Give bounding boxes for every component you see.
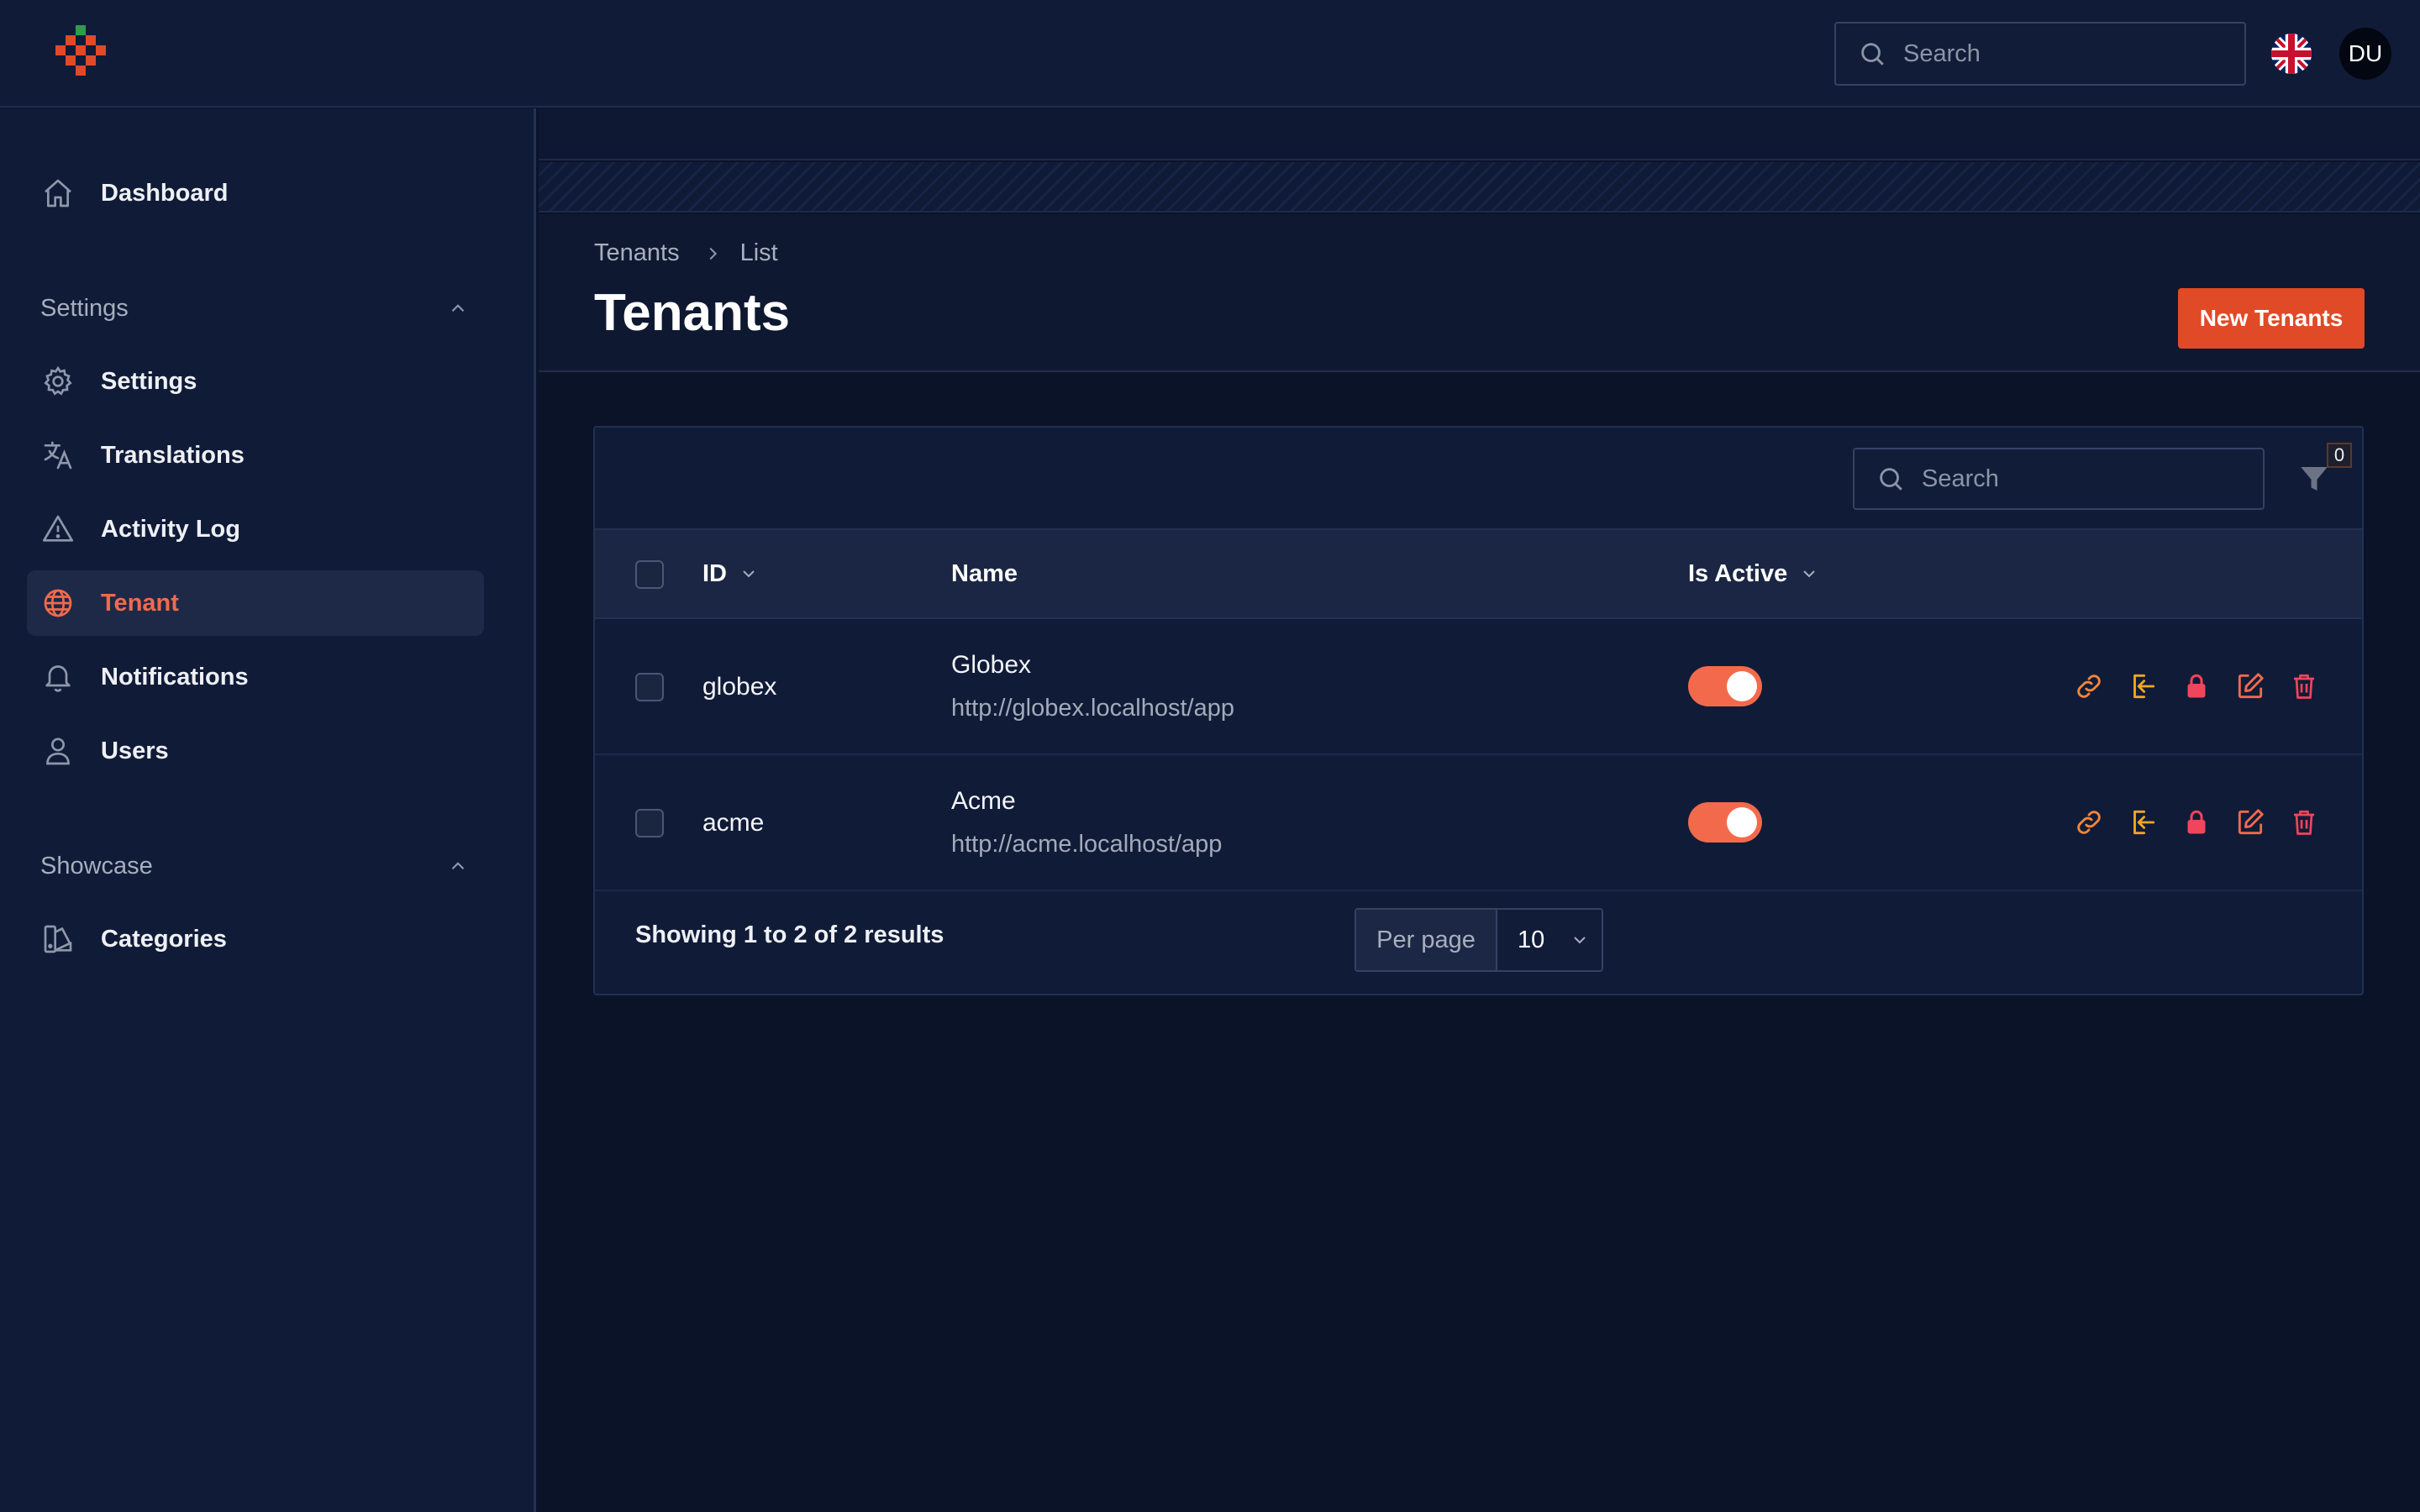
page-header: Tenants List Tenants New Tenants — [539, 214, 2420, 372]
column-is-active[interactable]: Is Active — [1688, 530, 1819, 617]
warning-icon — [40, 512, 76, 547]
striped-divider — [539, 162, 2420, 213]
chevron-down-icon — [739, 564, 759, 584]
page-title: Tenants — [594, 284, 791, 342]
per-page-value[interactable]: 10 — [1497, 910, 1602, 970]
lock-icon[interactable] — [2180, 669, 2213, 703]
search-placeholder: Search — [1922, 465, 1999, 492]
sidebar-item-label: Categories — [101, 925, 227, 953]
sidebar-item-label: Settings — [101, 367, 197, 395]
results-summary: Showing 1 to 2 of 2 results — [635, 921, 944, 948]
gear-icon — [40, 364, 76, 399]
main-content: Tenants List Tenants New Tenants Search … — [539, 108, 2420, 1512]
link-icon[interactable] — [2072, 806, 2106, 839]
sidebar-item-label: Users — [101, 737, 169, 764]
top-bar: Search DU — [0, 0, 2420, 108]
filter-count-badge: 0 — [2327, 443, 2352, 468]
row-checkbox[interactable] — [635, 673, 664, 701]
sidebar-item-label: Translations — [101, 441, 245, 469]
search-icon — [1880, 468, 1902, 491]
link-icon[interactable] — [2072, 669, 2106, 703]
tenant-url[interactable]: http://acme.localhost/app — [951, 831, 1222, 858]
home-icon — [40, 176, 76, 211]
column-label: Is Active — [1688, 559, 1788, 587]
group-label: Showcase — [40, 852, 153, 879]
new-tenants-button[interactable]: New Tenants — [2178, 288, 2365, 349]
sidebar-item-notifications[interactable]: Notifications — [27, 644, 484, 710]
edit-icon[interactable] — [2233, 806, 2267, 839]
per-page-label: Per page — [1356, 910, 1497, 970]
per-page-select[interactable]: Per page 10 — [1355, 908, 1603, 972]
column-name: Name — [951, 530, 1018, 617]
sidebar-group-showcase[interactable]: Showcase — [40, 849, 469, 883]
sidebar-item-settings[interactable]: Settings — [27, 349, 484, 414]
sidebar-item-label: Notifications — [101, 663, 249, 690]
trash-icon[interactable] — [2287, 806, 2321, 839]
table-search-input[interactable]: Search — [1853, 448, 2265, 510]
sidebar-item-categories[interactable]: Categories — [27, 906, 484, 972]
sidebar-item-tenant[interactable]: Tenant — [27, 570, 484, 636]
chevron-up-icon — [451, 862, 465, 870]
globe-icon — [40, 585, 76, 621]
uk-flag-icon[interactable] — [2271, 34, 2312, 74]
sidebar-item-activity-log[interactable]: Activity Log — [27, 496, 484, 562]
table-row[interactable]: acme Acme http://acme.localhost/app — [595, 755, 2362, 891]
breadcrumb: Tenants List — [594, 239, 778, 267]
chevron-down-icon — [1799, 564, 1819, 584]
row-checkbox[interactable] — [635, 809, 664, 837]
login-icon[interactable] — [2126, 669, 2160, 703]
group-label: Settings — [40, 294, 129, 322]
column-label: Name — [951, 559, 1018, 587]
tenant-url[interactable]: http://globex.localhost/app — [951, 695, 1234, 722]
row-actions — [2072, 806, 2341, 839]
tenant-name: Acme — [951, 787, 1016, 815]
sidebar-item-label: Activity Log — [101, 515, 240, 543]
toggle-knob — [1727, 671, 1757, 701]
search-placeholder: Search — [1903, 39, 1981, 67]
trash-icon[interactable] — [2287, 669, 2321, 703]
swatch-icon — [40, 921, 76, 957]
chevron-up-icon — [451, 304, 465, 312]
bell-icon — [40, 659, 76, 695]
tenant-name: Globex — [951, 651, 1032, 679]
tenants-table: Search 0 ID Name Is Active globex Globex… — [593, 426, 2364, 995]
chevron-right-icon — [703, 244, 722, 263]
breadcrumb-list: List — [739, 239, 778, 266]
select-all-checkbox[interactable] — [635, 560, 664, 589]
tenant-id: globex — [702, 673, 777, 701]
column-id[interactable]: ID — [702, 530, 759, 617]
user-icon — [40, 733, 76, 769]
sidebar-item-translations[interactable]: Translations — [27, 423, 484, 488]
row-actions — [2072, 669, 2341, 703]
top-band — [539, 108, 2420, 160]
sidebar-item-dashboard[interactable]: Dashboard — [27, 160, 484, 226]
sidebar-item-label: Tenant — [101, 589, 179, 617]
breadcrumb-tenants[interactable]: Tenants — [594, 239, 680, 267]
edit-icon[interactable] — [2233, 669, 2267, 703]
user-avatar[interactable]: DU — [2339, 28, 2391, 80]
per-page-number: 10 — [1518, 926, 1545, 953]
is-active-toggle[interactable] — [1688, 802, 1762, 843]
login-icon[interactable] — [2126, 806, 2160, 839]
table-header: ID Name Is Active — [595, 528, 2362, 619]
is-active-toggle[interactable] — [1688, 666, 1762, 706]
tenant-id: acme — [702, 809, 765, 837]
column-label: ID — [702, 559, 727, 587]
sidebar-group-settings[interactable]: Settings — [40, 291, 469, 325]
sidebar-item-label: Dashboard — [101, 179, 229, 207]
app-logo[interactable] — [55, 25, 106, 82]
translate-icon — [40, 438, 76, 473]
global-search-input[interactable]: Search — [1834, 22, 2246, 86]
sidebar-item-users[interactable]: Users — [27, 718, 484, 784]
toggle-knob — [1727, 807, 1757, 837]
search-icon — [1861, 43, 1884, 66]
sidebar: Dashboard Settings Settings Translations… — [0, 108, 536, 1512]
table-row[interactable]: globex Globex http://globex.localhost/ap… — [595, 619, 2362, 755]
lock-icon[interactable] — [2180, 806, 2213, 839]
chevron-down-icon — [1570, 930, 1590, 950]
